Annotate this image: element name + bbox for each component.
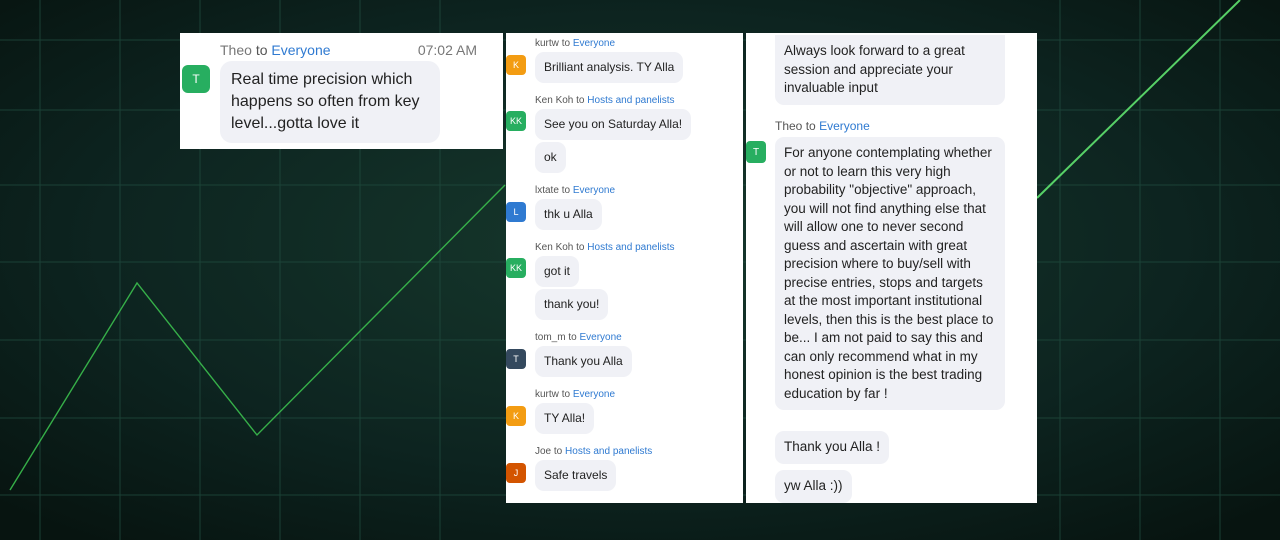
avatar: T <box>506 349 526 369</box>
sender-name: Joe <box>535 446 552 457</box>
message-bubble: yw Alla :)) <box>775 470 852 503</box>
sender-name: Theo <box>775 119 803 133</box>
recipient-link[interactable]: Hosts and panelists <box>587 242 674 253</box>
sender-name: kurtw <box>535 38 559 49</box>
message-bubble: thank you! <box>535 289 609 320</box>
message-header: kurtw to Everyone <box>535 389 615 400</box>
to-word: to <box>561 389 571 400</box>
to-word: to <box>553 446 563 457</box>
message-bubble: For anyone contemplating whether or not … <box>775 137 1005 410</box>
message-header: tom_m to Everyone <box>535 332 622 343</box>
recipient-link[interactable]: Everyone <box>579 332 621 343</box>
avatar: K <box>506 55 526 75</box>
to-word: to <box>576 95 585 106</box>
sender-name: tom_m <box>535 332 566 343</box>
message-header: Theo to Everyone <box>220 42 331 58</box>
message-bubble: Thank you Alla ! <box>775 431 890 464</box>
recipient-link[interactable]: Hosts and panelists <box>565 446 652 457</box>
to-word: to <box>805 119 816 133</box>
sender-name: kurtw <box>535 389 559 400</box>
recipient-link[interactable]: Everyone <box>573 389 615 400</box>
avatar: KK <box>506 111 526 131</box>
message-bubble: Brilliant analysis. TY Alla <box>535 52 684 83</box>
to-word: to <box>561 38 571 49</box>
recipient-link[interactable]: Hosts and panelists <box>587 95 674 106</box>
message-time: 07:02 AM <box>417 42 477 58</box>
to-word: to <box>568 332 577 343</box>
message-header: Theo to Everyone <box>775 119 870 133</box>
recipient-link[interactable]: Everyone <box>573 185 615 196</box>
to-word: to <box>255 42 268 58</box>
message-bubble: See you on Saturday Alla! <box>535 109 692 140</box>
message-header: kurtw to Everyone <box>535 38 615 49</box>
recipient-link[interactable]: Everyone <box>573 38 615 49</box>
chat-list-panel: kurtw to Everyone K Brilliant analysis. … <box>506 33 743 503</box>
message-bubble: Real time precision which happens so oft… <box>220 61 440 143</box>
message-header: Joe to Hosts and panelists <box>535 446 652 457</box>
chat-message-zoom-panel: Theo to Everyone 07:02 AM T Real time pr… <box>180 33 503 149</box>
sender-name: Ken Koh <box>535 95 574 106</box>
message-bubble: Always look forward to a great session a… <box>775 35 1005 105</box>
message-bubble: thk u Alla <box>535 199 602 230</box>
avatar: T <box>182 65 210 93</box>
sender-name: Theo <box>220 42 252 58</box>
message-header: Ken Koh to Hosts and panelists <box>535 242 675 253</box>
recipient-link[interactable]: Everyone <box>271 42 330 58</box>
avatar: T <box>746 141 766 163</box>
sender-name: lxtate <box>535 185 559 196</box>
avatar: K <box>506 406 526 426</box>
to-word: to <box>576 242 585 253</box>
avatar: J <box>506 463 526 483</box>
chat-detail-panel: Always look forward to a great session a… <box>746 33 1037 503</box>
avatar: L <box>506 202 526 222</box>
sender-name: Ken Koh <box>535 242 574 253</box>
recipient-link[interactable]: Everyone <box>819 119 870 133</box>
to-word: to <box>561 185 571 196</box>
message-bubble: Thank you Alla <box>535 346 632 377</box>
message-bubble: TY Alla! <box>535 403 595 434</box>
avatar: KK <box>506 258 526 278</box>
message-bubble: Safe travels <box>535 460 617 491</box>
message-bubble: got it <box>535 256 580 287</box>
message-bubble: ok <box>535 142 566 173</box>
message-header: Ken Koh to Hosts and panelists <box>535 95 675 106</box>
message-header: lxtate to Everyone <box>535 185 615 196</box>
